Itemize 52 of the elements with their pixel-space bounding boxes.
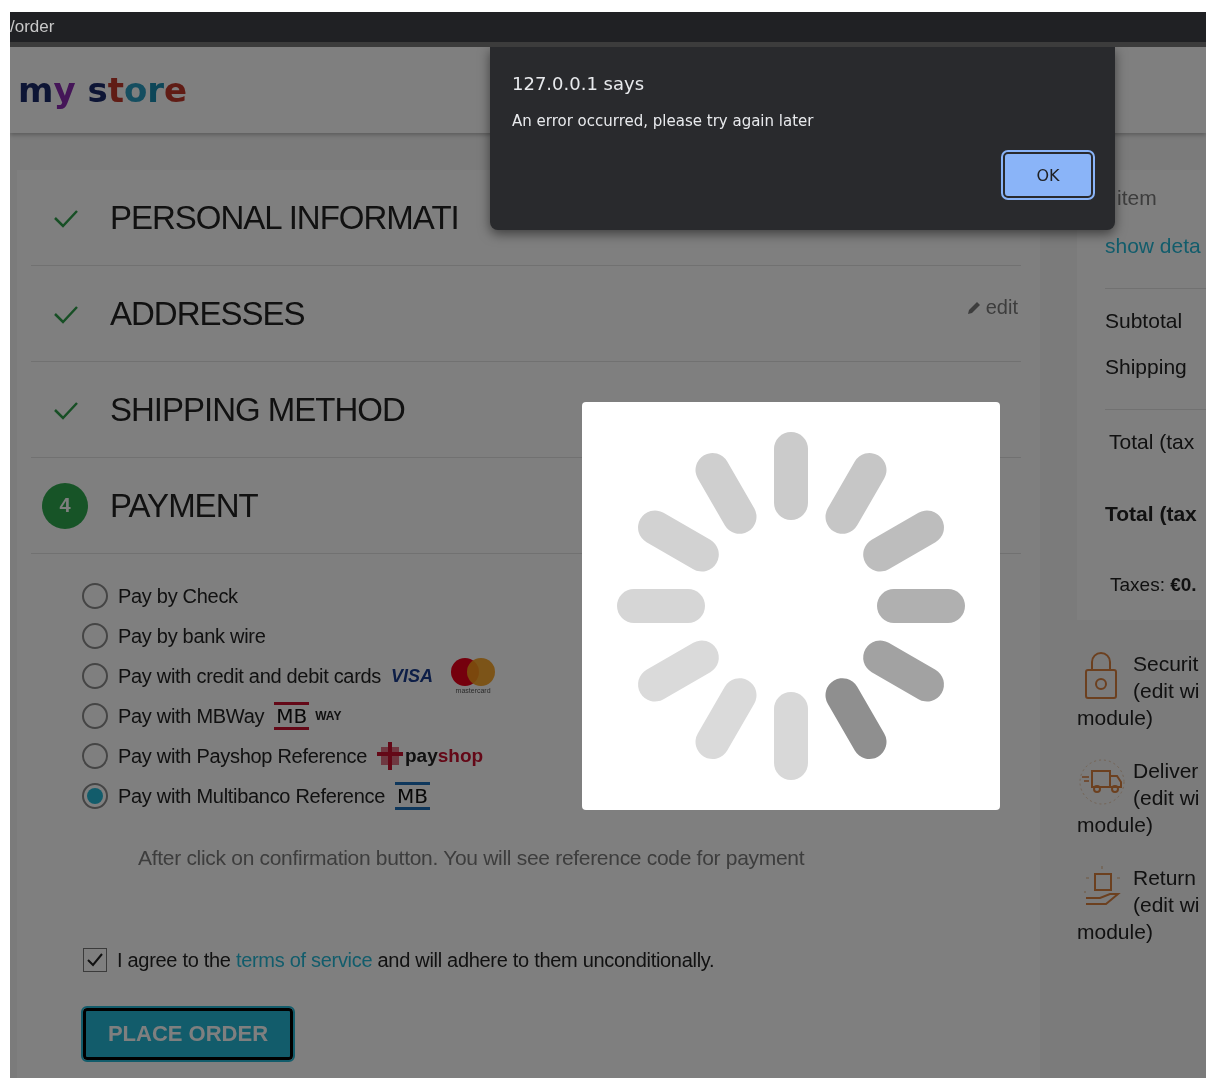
total-label: Total (tax bbox=[1105, 502, 1198, 526]
edit-link[interactable]: edit bbox=[965, 296, 1018, 319]
terms-agreement-text: I agree to the terms of service and will adhere to them unconditionally. bbox=[117, 948, 715, 972]
overlapping-circles-icon bbox=[449, 657, 498, 687]
section-heading[interactable]: SHIPPING METHOD bbox=[110, 390, 405, 429]
payment-option-label[interactable]: Pay by Check bbox=[118, 584, 238, 608]
payment-option-label[interactable]: Pay with Payshop Reference bbox=[118, 744, 367, 768]
radio-button[interactable] bbox=[82, 663, 108, 689]
reassurance-text: module) bbox=[1077, 919, 1154, 945]
terms-checkbox[interactable] bbox=[83, 948, 107, 972]
taxes-label: Taxes: €0. bbox=[1110, 574, 1198, 596]
section-heading: PAYMENT bbox=[110, 486, 258, 525]
reassurance-text: module) bbox=[1077, 705, 1154, 731]
reassurance-text: (edit wi bbox=[1133, 678, 1201, 704]
payshop-logo: payshop bbox=[405, 745, 484, 767]
section-heading[interactable]: PERSONAL INFORMATI bbox=[110, 198, 459, 237]
dialog-title: 127.0.0.1 says bbox=[512, 73, 646, 94]
radio-button[interactable] bbox=[82, 783, 108, 809]
payment-option-label[interactable]: Pay with MBWay bbox=[118, 704, 265, 728]
mb-logo: MB bbox=[395, 782, 430, 810]
reassurance-text: module) bbox=[1077, 812, 1154, 838]
payment-option-label[interactable]: Pay with Multibanco Reference bbox=[118, 784, 385, 808]
radio-button[interactable] bbox=[82, 703, 108, 729]
reassurance-text: (edit wi bbox=[1133, 892, 1201, 918]
total-label: Total (tax bbox=[1109, 430, 1196, 454]
item-count: item bbox=[1117, 186, 1158, 210]
payment-option-label[interactable]: Pay with credit and debit cards bbox=[118, 664, 382, 688]
radio-button[interactable] bbox=[82, 623, 108, 649]
reassurance-title: Securit bbox=[1133, 651, 1200, 677]
pencil-icon bbox=[965, 299, 982, 316]
dialog-message: An error occurred, please try again later bbox=[512, 112, 815, 130]
summary-label: Subtotal bbox=[1105, 309, 1184, 333]
reassurance-title: Deliver bbox=[1133, 758, 1200, 784]
loading-spinner-icon bbox=[616, 431, 966, 781]
summary-label: Shipping bbox=[1105, 355, 1188, 379]
way-logo: WAY bbox=[315, 709, 342, 723]
reassurance-title: Return bbox=[1133, 865, 1198, 891]
ok-button[interactable]: OK bbox=[1003, 152, 1093, 198]
step-number: 4 bbox=[42, 482, 88, 529]
store-logo[interactable]: my store bbox=[18, 70, 188, 110]
mb-logo: MB bbox=[274, 702, 310, 730]
checkmark-icon bbox=[86, 952, 104, 968]
payment-instructions: After click on confirmation button. You will see reference code for payment bbox=[138, 846, 806, 870]
payment-option-label[interactable]: Pay by bank wire bbox=[118, 624, 266, 648]
radio-button[interactable] bbox=[82, 743, 108, 769]
delivery-truck-icon bbox=[1077, 757, 1127, 807]
visa-logo: VISA bbox=[391, 665, 434, 687]
section-heading[interactable]: ADDRESSES bbox=[110, 294, 305, 333]
address-bar-text: /order bbox=[10, 17, 55, 37]
reassurance-text: (edit wi bbox=[1133, 785, 1201, 811]
grid-mark-icon bbox=[377, 742, 403, 770]
radio-button[interactable] bbox=[82, 583, 108, 609]
